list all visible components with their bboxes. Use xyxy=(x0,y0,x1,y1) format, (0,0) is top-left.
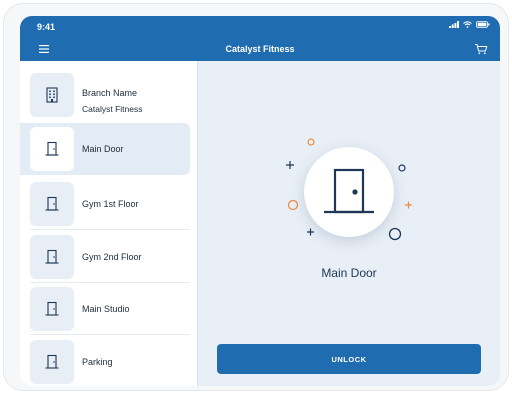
divider xyxy=(30,334,190,335)
door-item-label: Gym 1st Floor xyxy=(82,199,139,209)
divider xyxy=(30,229,190,230)
door-item-parking[interactable]: Parking xyxy=(20,336,190,386)
building-icon xyxy=(46,87,58,103)
battery-icon xyxy=(476,21,490,28)
branch-tile xyxy=(30,73,74,117)
selected-door-name: Main Door xyxy=(321,266,377,280)
door-item-label: Parking xyxy=(82,357,113,367)
app-title: Catalyst Fitness xyxy=(225,44,295,54)
door-item-gym-2nd-floor[interactable]: Gym 2nd Floor xyxy=(20,231,190,283)
door-item-label: Main Door xyxy=(82,144,124,154)
unlock-button[interactable]: UNLOCK xyxy=(217,344,481,374)
signal-icon xyxy=(449,21,459,28)
door-tile xyxy=(30,287,74,331)
app-screen: 9:41 Catalyst Fitness Branch Name Cataly… xyxy=(20,16,500,386)
wifi-icon xyxy=(463,21,472,28)
branch-label: Branch Name xyxy=(82,88,138,98)
status-time: 9:41 xyxy=(37,22,56,32)
selected-door-illustration xyxy=(304,147,394,237)
status-icons xyxy=(449,21,490,28)
tablet-frame: 9:41 Catalyst Fitness Branch Name Cataly… xyxy=(3,3,509,391)
door-icon xyxy=(45,354,59,369)
door-list-sidebar: Branch Name Catalyst Fitness Main Door G… xyxy=(20,61,198,386)
door-tile xyxy=(30,182,74,226)
status-bar: 9:41 xyxy=(20,16,500,37)
door-detail-panel: Main Door UNLOCK xyxy=(198,61,500,386)
app-bar: Catalyst Fitness xyxy=(20,37,500,61)
door-tile xyxy=(30,235,74,279)
door-item-label: Main Studio xyxy=(82,304,130,314)
door-icon xyxy=(324,168,374,214)
door-icon xyxy=(45,301,59,316)
door-tile xyxy=(30,340,74,384)
door-item-main-studio[interactable]: Main Studio xyxy=(20,283,190,335)
branch-info[interactable]: Branch Name Catalyst Fitness xyxy=(20,69,190,121)
door-item-gym-1st-floor[interactable]: Gym 1st Floor xyxy=(20,178,190,230)
door-item-label: Gym 2nd Floor xyxy=(82,252,142,262)
door-icon xyxy=(45,249,59,264)
cart-icon[interactable] xyxy=(474,43,488,55)
branch-value: Catalyst Fitness xyxy=(82,104,143,114)
door-icon xyxy=(45,196,59,211)
door-item-main-door[interactable]: Main Door xyxy=(20,123,190,175)
door-icon xyxy=(45,141,59,156)
door-tile xyxy=(30,127,74,171)
